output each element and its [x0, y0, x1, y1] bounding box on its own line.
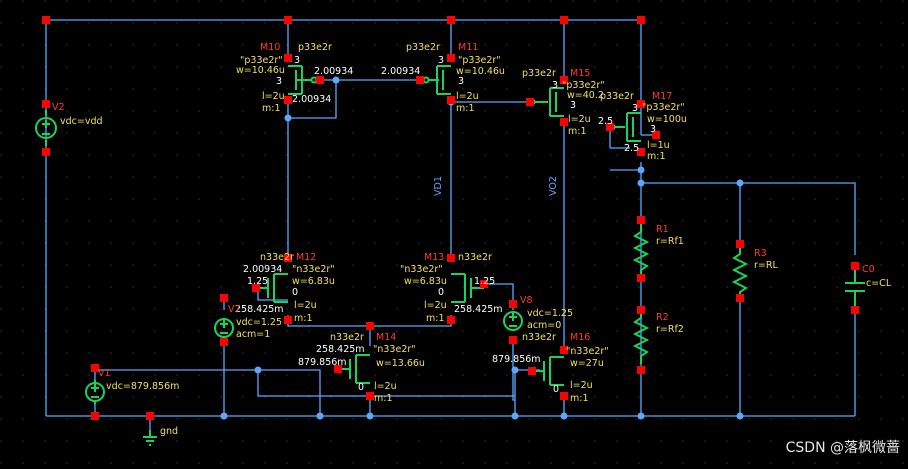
m16-w: w=27u: [570, 358, 604, 369]
net-label-vd1: VD1: [433, 176, 444, 196]
v2-name: V2: [52, 102, 65, 113]
m10-l: l=2u: [262, 91, 285, 102]
m13-model-q: "n33e2r": [400, 264, 443, 275]
m15-pin: 3: [570, 100, 576, 111]
m12-bulk: 0: [292, 287, 298, 298]
m10-v-drain: 2.00934: [292, 94, 331, 105]
m15-l: l=2u: [568, 114, 591, 125]
m11-pin-top: 3: [438, 55, 444, 66]
v8-acm: acm=0: [527, 320, 561, 331]
m10-v-gate: 2.00934: [314, 66, 353, 77]
net-label-vo2: VO2: [548, 176, 559, 196]
m16-name: M16: [570, 332, 590, 343]
v7-acm: acm=1: [236, 329, 270, 340]
m15-m: m:1: [568, 126, 587, 137]
m17-pin: 3: [650, 124, 656, 135]
m14-m: m:1: [374, 393, 393, 404]
m11-model-q: "p33e2r": [458, 55, 501, 66]
m17-model-q: "p33e2r": [642, 102, 685, 113]
m14-bulk: 0: [358, 382, 364, 393]
m12-v-gate: 1.25: [247, 276, 268, 287]
m11-pin: 3: [458, 76, 464, 87]
m16-m: m:1: [570, 393, 589, 404]
m13-name: M13: [424, 252, 444, 263]
m11-model: p33e2r: [406, 42, 440, 53]
m14-name: M14: [376, 332, 396, 343]
m10-name: M10: [260, 42, 280, 53]
v2-value: vdc=vdd: [60, 116, 103, 127]
net-label-gnd: gnd: [160, 426, 178, 437]
m16-v-gate: 879.856m: [492, 354, 541, 365]
m10-model: p33e2r: [298, 42, 332, 53]
m13-v-source: 258.425m: [454, 304, 503, 315]
r1-value: r=Rf1: [656, 236, 684, 247]
c0-name: C0: [862, 264, 875, 275]
m17-name: M17: [652, 91, 672, 102]
m11-l: l=2u: [456, 91, 479, 102]
r2-name: R2: [656, 312, 669, 323]
m10-w: w=10.46u: [236, 65, 285, 76]
m14-model-q: "n33e2r": [373, 344, 416, 355]
m11-m: m:1: [456, 103, 475, 114]
watermark-text: CSDN @落枫微蔷: [785, 440, 900, 456]
m13-l: l=2u: [424, 300, 447, 311]
m10-m: m:1: [262, 103, 281, 114]
m17-v-drain: 2.5: [624, 143, 639, 154]
m11-name: M11: [458, 42, 478, 53]
m12-v-drain: 2.00934: [243, 264, 282, 275]
v7-value: vdc=1.25: [236, 317, 282, 328]
m16-model: n33e2r: [522, 332, 556, 343]
m14-model: n33e2r: [330, 332, 364, 343]
v7-name: V7: [228, 304, 241, 315]
v8-value: vdc=1.25: [527, 308, 573, 319]
m12-model: n33e2r: [260, 252, 294, 263]
m12-l: l=2u: [294, 300, 317, 311]
grid-dots: [0, 0, 908, 465]
m14-v-drain: 258.425m: [316, 344, 365, 355]
m13-m: m:1: [426, 313, 445, 324]
m15-model: p33e2r: [522, 68, 556, 79]
m17-m: m:1: [647, 151, 666, 162]
m17-pin-top: 3: [632, 103, 638, 114]
m14-l: l=2u: [374, 381, 397, 392]
schematic-svg: VD1 VO2 gnd M10 p33e2r "p33e2r" w=10.46u…: [0, 0, 908, 465]
r3-name: R3: [754, 248, 767, 259]
v1-name: V1: [98, 368, 111, 379]
m16-model-q: "n33e2r": [566, 346, 609, 357]
v8-name: V8: [520, 295, 533, 306]
m14-v-gate: 879.856m: [298, 357, 347, 368]
m12-model-q: "n33e2r": [292, 264, 335, 275]
m12-m: m:1: [294, 313, 313, 324]
m17-l: l=1u: [647, 140, 670, 151]
m11-v-gate: 2.00934: [381, 66, 420, 77]
m10-pin: 3: [276, 76, 282, 87]
schematic-canvas[interactable]: VD1 VO2 gnd M10 p33e2r "p33e2r" w=10.46u…: [0, 0, 908, 465]
m16-bulk: 0: [553, 384, 559, 395]
m17-v-gate: 2.5: [598, 116, 613, 127]
r2-value: r=Rf2: [656, 324, 684, 335]
m12-v-source: 258.425m: [235, 304, 284, 315]
r3-value: r=RL: [754, 260, 778, 271]
m14-w: w=13.66u: [376, 358, 425, 369]
m15-pin-top: 3: [552, 80, 558, 91]
c0-value: c=CL: [866, 278, 892, 289]
m17-model: p33e2r: [600, 91, 634, 102]
m13-bulk: 0: [438, 287, 444, 298]
m12-name: M12: [296, 252, 316, 263]
m10-pin-top: 3: [294, 55, 300, 66]
m16-l: l=2u: [570, 380, 593, 391]
m13-model: n33e2r: [458, 252, 492, 263]
v1-value: vdc=879.856m: [106, 381, 179, 392]
r1-name: R1: [656, 224, 669, 235]
m13-w: w=6.83u: [404, 276, 447, 287]
m13-v-gate: 1.25: [474, 276, 495, 287]
m15-name: M15: [570, 68, 590, 79]
m12-w: w=6.83u: [292, 276, 335, 287]
